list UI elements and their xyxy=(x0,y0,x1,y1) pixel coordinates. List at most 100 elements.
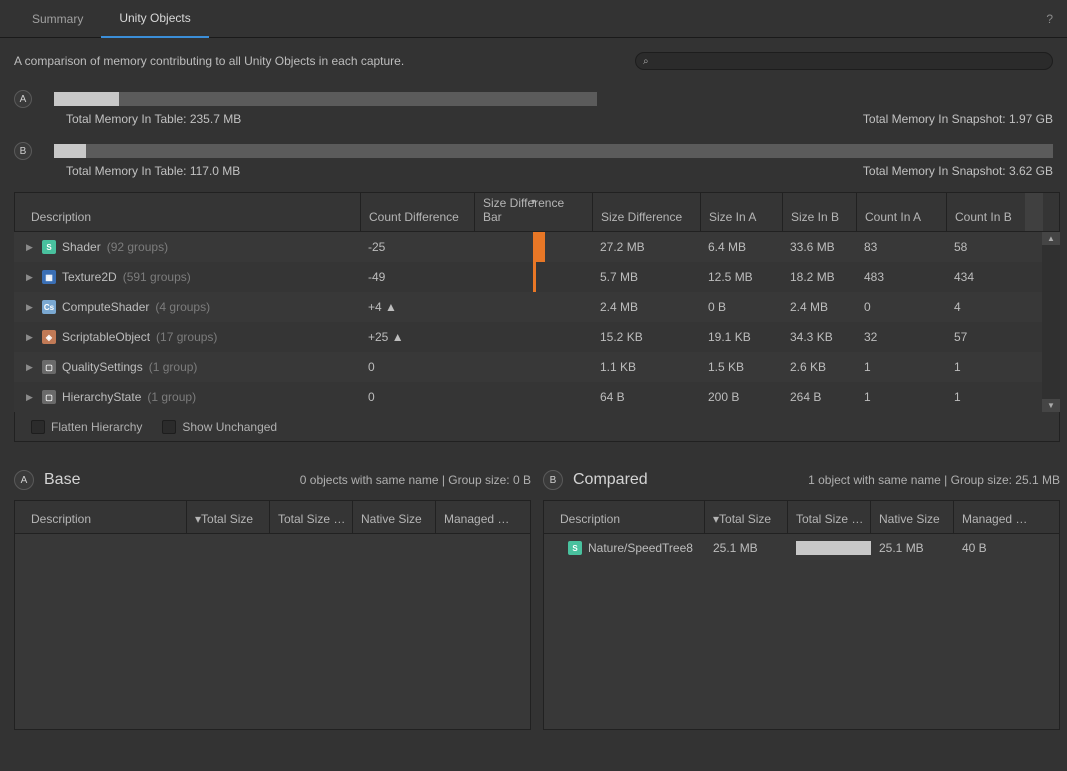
row-count-b: 1 xyxy=(946,390,1024,404)
panel-a-badge: A xyxy=(14,470,34,490)
row-size-b: 18.2 MB xyxy=(782,270,856,284)
shader-icon: S xyxy=(568,541,582,555)
panel-compared: B Compared 1 object with same name | Gro… xyxy=(543,466,1060,730)
table-row[interactable]: S Nature/SpeedTree8 25.1 MB 25.1 MB 40 B xyxy=(544,534,1059,562)
row-count-a: 483 xyxy=(856,270,946,284)
panel-a-body xyxy=(14,534,531,730)
row-size-diff-bar xyxy=(474,382,592,412)
panel-a-info: 0 objects with same name | Group size: 0… xyxy=(300,473,531,487)
col-count-a[interactable]: Count In A xyxy=(857,193,947,231)
snapshot-a-snapshot-label: Total Memory In Snapshot: 1.97 GB xyxy=(863,112,1053,126)
scroll-down-icon[interactable]: ▼ xyxy=(1042,399,1060,412)
panel-a-col-totalbar[interactable]: Total Size … xyxy=(270,501,353,533)
description-text: A comparison of memory contributing to a… xyxy=(14,54,404,68)
row-size-diff: 64 B xyxy=(592,390,700,404)
sort-indicator-icon: ▾ xyxy=(531,197,535,206)
panel-b-col-managed[interactable]: Managed … xyxy=(954,501,1059,533)
panel-a-col-managed[interactable]: Managed … xyxy=(436,501,530,533)
row-size-b: 34.3 KB xyxy=(782,330,856,344)
row-name: Nature/SpeedTree8 xyxy=(588,541,693,555)
panel-a-col-native[interactable]: Native Size xyxy=(353,501,436,533)
snapshot-b-badge: B xyxy=(14,142,32,160)
row-groups: (17 groups) xyxy=(156,330,217,344)
row-size-b: 264 B xyxy=(782,390,856,404)
panel-b-col-description[interactable]: Description xyxy=(544,501,705,533)
show-unchanged-checkbox[interactable] xyxy=(162,420,176,434)
row-count-a: 32 xyxy=(856,330,946,344)
main-table: Description Count Difference ▾Size Diffe… xyxy=(14,192,1060,442)
panel-b-col-total[interactable]: ▾Total Size xyxy=(705,501,788,533)
col-size-diff[interactable]: Size Difference xyxy=(593,193,701,231)
row-groups: (4 groups) xyxy=(155,300,210,314)
table-row[interactable]: ▶ S Shader (92 groups) -25 27.2 MB 6.4 M… xyxy=(14,232,1042,262)
expand-icon[interactable]: ▶ xyxy=(26,362,36,373)
panel-base: A Base 0 objects with same name | Group … xyxy=(14,466,531,730)
row-size-a: 6.4 MB xyxy=(700,240,782,254)
panel-b-body: S Nature/SpeedTree8 25.1 MB 25.1 MB 40 B xyxy=(543,534,1060,730)
col-count-diff[interactable]: Count Difference xyxy=(361,193,475,231)
type-icon: ▢ xyxy=(42,360,56,374)
row-total: 25.1 MB xyxy=(705,541,788,555)
panel-b-title: Compared xyxy=(573,471,648,489)
row-size-diff: 2.4 MB xyxy=(592,300,700,314)
panel-a-title: Base xyxy=(44,471,80,489)
col-count-b[interactable]: Count In B xyxy=(947,193,1025,231)
panel-b-col-native[interactable]: Native Size xyxy=(871,501,954,533)
table-row[interactable]: ▶ ▢ HierarchyState (1 group) 0 64 B 200 … xyxy=(14,382,1042,412)
row-name: ScriptableObject xyxy=(62,330,150,344)
row-count-b: 1 xyxy=(946,360,1024,374)
table-row[interactable]: ▶ ▦ Texture2D (591 groups) -49 5.7 MB 12… xyxy=(14,262,1042,292)
col-size-b[interactable]: Size In B xyxy=(783,193,857,231)
col-size-diff-bar[interactable]: ▾Size Difference Bar xyxy=(475,193,593,231)
scroll-up-icon[interactable]: ▲ xyxy=(1042,232,1060,245)
expand-icon[interactable]: ▶ xyxy=(26,392,36,403)
row-name: QualitySettings xyxy=(62,360,143,374)
search-icon: ⌕ xyxy=(643,56,649,67)
snapshot-a-table-label: Total Memory In Table: 235.7 MB xyxy=(66,112,241,126)
row-count-b: 57 xyxy=(946,330,1024,344)
tabs-bar: Summary Unity Objects ? xyxy=(0,0,1067,38)
panel-a-col-description[interactable]: Description xyxy=(15,501,187,533)
show-unchanged-label: Show Unchanged xyxy=(182,420,277,434)
col-size-a[interactable]: Size In A xyxy=(701,193,783,231)
row-size-b: 33.6 MB xyxy=(782,240,856,254)
row-count-a: 1 xyxy=(856,390,946,404)
expand-icon[interactable]: ▶ xyxy=(26,302,36,313)
snapshot-b-bar xyxy=(54,144,1053,158)
table-row[interactable]: ▶ Cs ComputeShader (4 groups) +4 ▲ 2.4 M… xyxy=(14,292,1042,322)
row-count-diff: -49 xyxy=(360,270,474,284)
row-size-a: 1.5 KB xyxy=(700,360,782,374)
table-row[interactable]: ▶ ◈ ScriptableObject (17 groups) +25 ▲ 1… xyxy=(14,322,1042,352)
row-count-diff: -25 xyxy=(360,240,474,254)
tab-summary[interactable]: Summary xyxy=(14,1,101,37)
row-count-b: 58 xyxy=(946,240,1024,254)
scrollbar[interactable]: ▲ ▼ xyxy=(1042,232,1060,412)
snapshot-a-bar xyxy=(54,92,597,106)
help-icon[interactable]: ? xyxy=(1046,12,1053,26)
row-size-a: 19.1 KB xyxy=(700,330,782,344)
flatten-hierarchy-checkbox[interactable] xyxy=(31,420,45,434)
row-groups: (591 groups) xyxy=(123,270,191,284)
row-size-b: 2.6 KB xyxy=(782,360,856,374)
panel-a-col-total[interactable]: ▾Total Size xyxy=(187,501,270,533)
row-count-diff: 0 xyxy=(360,360,474,374)
panel-b-col-totalbar[interactable]: Total Size … xyxy=(788,501,871,533)
expand-icon[interactable]: ▶ xyxy=(26,272,36,283)
expand-icon[interactable]: ▶ xyxy=(26,242,36,253)
table-row[interactable]: ▶ ▢ QualitySettings (1 group) 0 1.1 KB 1… xyxy=(14,352,1042,382)
expand-icon[interactable]: ▶ xyxy=(26,332,36,343)
row-size-diff: 5.7 MB xyxy=(592,270,700,284)
row-size-a: 12.5 MB xyxy=(700,270,782,284)
row-size-diff-bar xyxy=(474,352,592,382)
search-input[interactable]: ⌕ xyxy=(635,52,1053,70)
row-name: ComputeShader xyxy=(62,300,149,314)
row-native: 25.1 MB xyxy=(871,541,954,555)
tab-unity-objects[interactable]: Unity Objects xyxy=(101,0,208,38)
col-description[interactable]: Description xyxy=(15,193,361,231)
row-count-b: 434 xyxy=(946,270,1024,284)
snapshot-a-badge: A xyxy=(14,90,32,108)
row-size-diff-bar xyxy=(474,292,592,322)
row-size-diff-bar xyxy=(474,322,592,352)
type-icon: Cs xyxy=(42,300,56,314)
row-count-a: 83 xyxy=(856,240,946,254)
